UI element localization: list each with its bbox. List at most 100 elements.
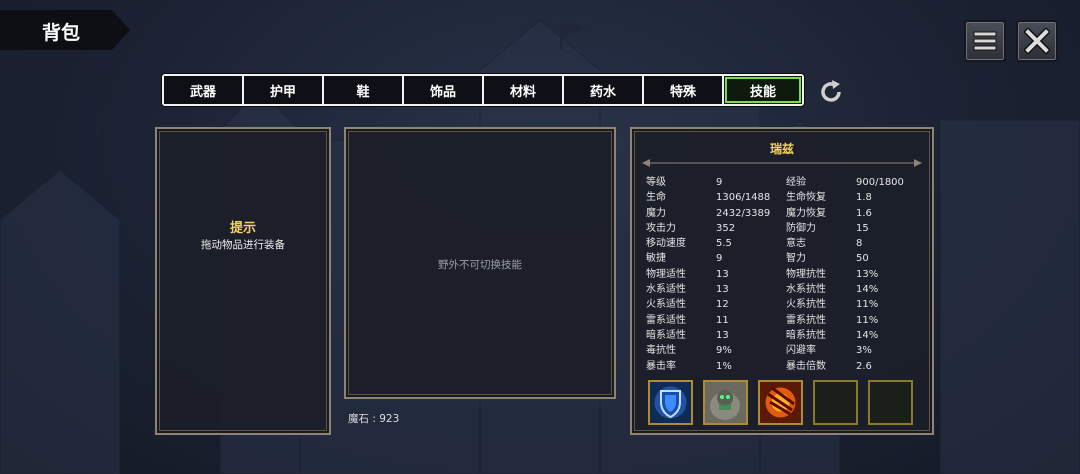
skill-slot-5[interactable] [868,380,913,425]
stat-row: 攻击力 352 防御力 15 [646,221,926,236]
tab-accessory[interactable]: 饰品 [404,76,482,104]
stat-value: 14% [856,284,879,296]
hint-title: 提示 [229,221,256,236]
stat-value: 3% [856,345,872,357]
refresh-icon[interactable] [816,77,846,107]
stat-row: 火系适性 12 火系抗性 11% [646,297,926,312]
menu-button[interactable] [964,20,1006,62]
stat-label: 暗系抗性 [786,329,826,341]
hint-panel: 提示 拖动物品进行装备 [155,127,331,435]
close-icon [1024,28,1050,54]
shield-skill-icon [650,382,691,423]
stat-label: 物理适性 [646,268,686,280]
stat-row: 魔力 2432/3389 魔力恢复 1.6 [646,206,926,221]
stat-value: 13 [716,329,729,341]
stat-label: 水系适性 [646,284,686,296]
stat-label: 魔力 [646,207,666,219]
stat-label: 移动速度 [646,238,686,250]
tab-shoes[interactable]: 鞋 [324,76,402,104]
character-panel: 瑞兹 等级 9 经验 900/1800 生命 1306/1488 生命恢复 1.8 魔力 24… [630,127,934,435]
stat-value: 14% [856,329,879,341]
stat-label: 智力 [786,253,806,265]
stat-value: 1306/1488 [716,192,771,204]
stat-label: 攻击力 [646,222,676,234]
tab-skill[interactable]: 技能 [724,76,802,104]
stat-label: 物理抗性 [786,268,826,280]
stat-value: 11 [716,314,729,326]
stat-value: 11% [856,314,879,326]
tab-weapon[interactable]: 武器 [164,76,242,104]
stat-label: 毒抗性 [646,345,676,357]
stat-label: 暴击率 [646,360,676,372]
stat-value: 13 [716,268,729,280]
skill-slot-1[interactable] [648,380,693,425]
title-plate: 背包 [0,10,130,50]
tab-potion[interactable]: 药水 [564,76,642,104]
stat-row: 暗系适性 13 暗系抗性 14% [646,328,926,343]
fire-claw-skill-icon [760,382,801,423]
stat-label: 火系抗性 [786,299,826,311]
stat-label: 火系适性 [646,299,686,311]
stat-label: 意志 [786,238,806,250]
stat-row: 等级 9 经验 900/1800 [646,175,926,190]
stat-label: 暴击倍数 [786,360,826,372]
stat-value: 5.5 [716,238,732,250]
ornament-divider [642,159,922,167]
stat-value: 9 [716,177,723,188]
stat-value: 2432/3389 [716,207,771,219]
stat-value: 2.6 [856,360,872,372]
skill-slot-4[interactable] [813,380,858,425]
hint-text: 拖动物品进行装备 [201,239,285,251]
tab-armor[interactable]: 护甲 [244,76,322,104]
stat-value: 12 [716,299,729,311]
menu-icon [973,31,997,51]
stat-label: 防御力 [786,222,816,234]
skill-slot-3[interactable] [758,380,803,425]
stat-label: 闪避率 [786,345,816,357]
stat-label: 生命 [646,192,666,204]
stat-value: 11% [856,299,879,311]
stat-value: 1.6 [856,207,872,219]
tab-material[interactable]: 材料 [484,76,562,104]
stat-row: 生命 1306/1488 生命恢复 1.8 [646,190,926,205]
stat-label: 魔力恢复 [786,207,826,219]
stat-label: 经验 [786,177,806,188]
category-tabs: 武器 护甲 鞋 饰品 材料 药水 特殊 技能 [161,73,805,107]
tab-special[interactable]: 特殊 [644,76,722,104]
stat-row: 雷系适性 11 雷系抗性 11% [646,313,926,328]
stat-label: 敏捷 [646,253,666,265]
magic-stone-count: 魔石 : 923 [348,413,400,425]
stat-label: 雷系抗性 [786,314,826,326]
stat-value: 13 [716,284,729,296]
stat-value: 352 [716,222,736,234]
skill-slots [648,380,923,425]
stat-value: 9 [716,253,723,265]
stat-row: 物理适性 13 物理抗性 13% [646,267,926,282]
stat-value: 8 [856,238,863,250]
character-name: 瑞兹 [769,142,794,156]
stat-label: 暗系适性 [646,329,686,341]
stat-row: 移动速度 5.5 意志 8 [646,236,926,251]
stat-value: 900/1800 [856,177,904,188]
stat-label: 生命恢复 [786,192,826,204]
close-button[interactable] [1016,20,1058,62]
stat-value: 1% [716,360,732,372]
stat-value: 15 [856,222,869,234]
stat-value: 9% [716,345,732,357]
stat-row: 水系适性 13 水系抗性 14% [646,282,926,297]
stat-row: 毒抗性 9% 闪避率 3% [646,343,926,358]
stat-label: 水系抗性 [786,284,826,296]
skill-list-panel: 野外不可切换技能 [344,127,616,399]
golem-skill-icon [705,382,746,423]
stat-row: 暴击率 1% 暴击倍数 2.6 [646,359,926,374]
stat-value: 1.8 [856,192,872,204]
stat-label: 雷系适性 [646,314,686,326]
page-title: 背包 [42,22,81,44]
stat-row: 敏捷 9 智力 50 [646,251,926,266]
skill-locked-message: 野外不可切换技能 [438,259,522,271]
skill-slot-2[interactable] [703,380,748,425]
stat-value: 13% [856,268,879,280]
stat-value: 50 [856,253,869,265]
stat-label: 等级 [646,177,666,188]
stats-table: 等级 9 经验 900/1800 生命 1306/1488 生命恢复 1.8 魔力 2432/… [646,175,926,374]
